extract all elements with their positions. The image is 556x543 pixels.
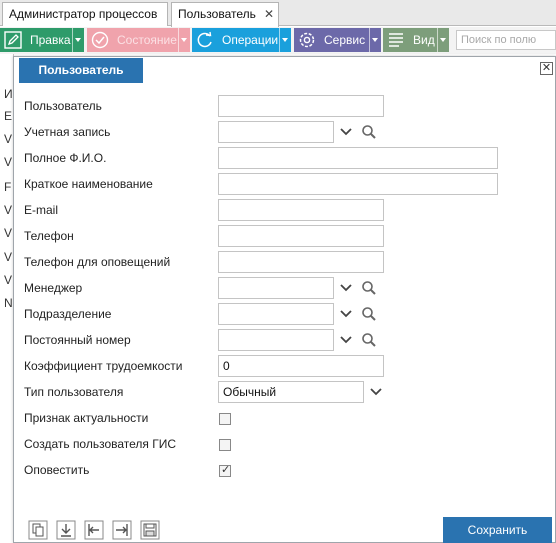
chevron-down-icon[interactable] — [369, 28, 379, 52]
manager-label: Менеджер — [24, 281, 83, 295]
permanent-number-select[interactable] — [218, 329, 334, 351]
account-select[interactable] — [218, 121, 334, 143]
dialog-title: Пользователь — [19, 58, 143, 83]
pencil-icon — [4, 31, 22, 49]
list-item[interactable]: V — [4, 132, 12, 146]
labor-coefficient-label: Коэффициент трудоемкости — [24, 359, 183, 373]
save-icon[interactable] — [140, 520, 160, 540]
full-name-input[interactable] — [218, 147, 498, 169]
download-icon[interactable] — [56, 520, 76, 540]
tab-strip: Администратор процессов Пользователь ✕ — [0, 0, 556, 27]
check-circle-icon — [91, 31, 109, 49]
department-label: Подразделение — [24, 307, 112, 321]
search-icon[interactable] — [361, 332, 377, 348]
email-input[interactable] — [218, 199, 384, 221]
short-name-label: Краткое наименование — [24, 177, 153, 191]
list-item[interactable]: V — [4, 203, 12, 217]
close-icon[interactable]: ✕ — [540, 62, 553, 75]
app-window: Администратор процессов Пользователь ✕ П… — [0, 0, 556, 543]
chevron-down-icon[interactable] — [369, 385, 383, 399]
tab-process-admin[interactable]: Администратор процессов — [2, 2, 168, 26]
chevron-down-icon[interactable] — [339, 281, 353, 295]
notify-label: Оповестить — [24, 463, 90, 477]
view-menu-button[interactable]: Вид — [383, 28, 449, 52]
export-icon[interactable] — [112, 520, 132, 540]
create-gis-user-label: Создать пользователя ГИС — [24, 437, 177, 451]
edit-menu-button[interactable]: Правка — [0, 28, 84, 52]
create-gis-user-checkbox[interactable] — [219, 439, 231, 451]
account-label: Учетная запись — [24, 125, 111, 139]
tab-label: Администратор процессов — [9, 7, 158, 21]
is-actual-label: Признак актуальности — [24, 411, 149, 425]
field-search-input[interactable]: Поиск по полю — [456, 30, 556, 50]
manager-select[interactable] — [218, 277, 334, 299]
list-item[interactable]: N — [4, 296, 13, 310]
operations-menu-button[interactable]: Операции — [192, 28, 291, 52]
labor-coefficient-input[interactable]: 0 — [218, 355, 384, 377]
permanent-number-label: Постоянный номер — [24, 333, 131, 347]
chevron-down-icon[interactable] — [178, 28, 188, 52]
notify-checkbox[interactable] — [219, 463, 231, 477]
list-item[interactable]: V — [4, 155, 12, 169]
chevron-down-icon[interactable] — [339, 333, 353, 347]
notify-phone-label: Телефон для оповещений — [24, 255, 171, 269]
copy-icon[interactable] — [28, 520, 48, 540]
list-item[interactable]: F — [4, 180, 11, 194]
search-icon[interactable] — [361, 306, 377, 322]
list-view-icon — [389, 33, 403, 47]
user-input[interactable] — [218, 95, 384, 117]
tab-label: Пользователь — [178, 7, 256, 21]
search-icon[interactable] — [361, 124, 377, 140]
state-label: Состояние — [117, 33, 177, 47]
email-label: E-mail — [24, 203, 59, 217]
chevron-down-icon[interactable] — [279, 28, 289, 52]
state-menu-button[interactable]: Состояние — [87, 28, 190, 52]
import-icon[interactable] — [84, 520, 104, 540]
is-actual-checkbox[interactable] — [219, 413, 231, 425]
list-item[interactable]: V — [4, 250, 12, 264]
toolbar: Правка Состояние Операции Сервис Вид Пои… — [0, 27, 556, 54]
list-item[interactable]: V — [4, 273, 12, 287]
department-select[interactable] — [218, 303, 334, 325]
chevron-down-icon[interactable] — [72, 28, 82, 52]
refresh-icon — [197, 31, 212, 48]
search-icon[interactable] — [361, 280, 377, 296]
user-type-select[interactable]: Обычный — [218, 381, 364, 403]
gear-icon — [299, 32, 315, 48]
edit-label: Правка — [30, 33, 71, 47]
user-type-label: Тип пользователя — [24, 385, 124, 399]
chevron-down-icon[interactable] — [437, 28, 447, 52]
user-label: Пользователь — [24, 99, 102, 113]
short-name-input[interactable] — [218, 173, 498, 195]
tab-user[interactable]: Пользователь ✕ — [171, 2, 279, 27]
list-item[interactable]: И — [4, 87, 13, 101]
notify-phone-input[interactable] — [218, 251, 384, 273]
chevron-down-icon[interactable] — [339, 125, 353, 139]
background-list: И E V V F V V V V N — [0, 54, 14, 543]
phone-label: Телефон — [24, 229, 74, 243]
operations-label: Операции — [222, 33, 279, 47]
service-label: Сервис — [324, 33, 366, 47]
save-button[interactable]: Сохранить — [443, 517, 552, 543]
list-item[interactable]: E — [4, 109, 12, 123]
full-name-label: Полное Ф.И.О. — [24, 151, 107, 165]
phone-input[interactable] — [218, 225, 384, 247]
view-label: Вид — [413, 33, 435, 47]
user-dialog: Пользователь ✕ Пользователь Учетная запи… — [13, 56, 556, 543]
service-menu-button[interactable]: Сервис — [294, 28, 381, 52]
chevron-down-icon[interactable] — [339, 307, 353, 321]
close-icon[interactable]: ✕ — [264, 3, 274, 25]
list-item[interactable]: V — [4, 226, 12, 240]
